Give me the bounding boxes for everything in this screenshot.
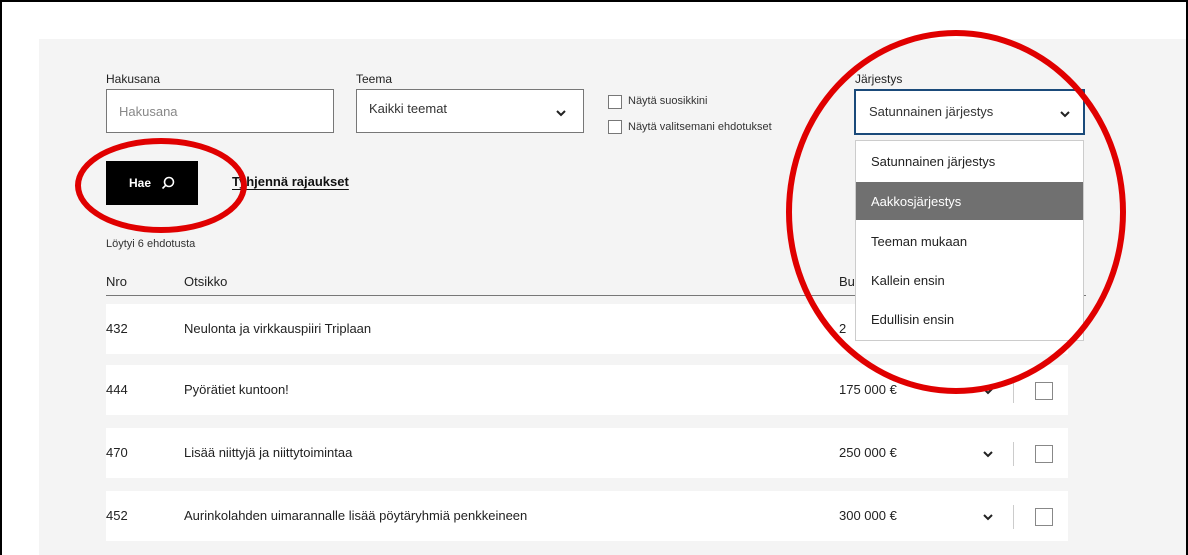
sort-option[interactable]: Edullisin ensin [856, 300, 1083, 338]
table-row[interactable]: 470 Lisää niittyjä ja niittytoimintaa 25… [106, 428, 1068, 478]
row-number: 444 [106, 382, 128, 397]
sort-label: Järjestys [855, 72, 903, 86]
row-select-checkbox[interactable] [1035, 508, 1053, 526]
row-number: 470 [106, 445, 128, 460]
search-button[interactable]: Hae [106, 161, 198, 205]
sort-option-active[interactable]: Aakkosjärjestys [856, 182, 1083, 220]
sort-option[interactable]: Kallein ensin [856, 261, 1083, 299]
row-budget: 250 000 € [839, 445, 897, 460]
row-title: Lisää niittyjä ja niittytoimintaa [184, 445, 353, 460]
clear-filters-link[interactable]: Tyhjennä rajaukset [232, 174, 349, 189]
chevron-down-icon[interactable] [982, 385, 994, 397]
row-title: Pyörätiet kuntoon! [184, 382, 289, 397]
favorites-label: Näytä suosikkini [628, 95, 708, 107]
search-input[interactable]: Hakusana [106, 89, 334, 133]
theme-select-value: Kaikki teemat [369, 101, 448, 116]
search-label: Hakusana [106, 72, 161, 86]
table-row[interactable]: 452 Aurinkolahden uimarannalle lisää pöy… [106, 491, 1068, 541]
results-count: Löytyi 6 ehdotusta [106, 238, 196, 250]
divider [1013, 379, 1014, 403]
search-icon [161, 176, 175, 190]
search-button-label: Hae [128, 176, 151, 190]
selected-label: Näytä valitsemani ehdotukset [628, 121, 772, 133]
column-header-number: Nro [106, 274, 127, 289]
table-row[interactable]: 444 Pyörätiet kuntoon! 175 000 € [106, 365, 1068, 415]
theme-label: Teema [356, 72, 393, 86]
row-title: Neulonta ja virkkauspiiri Triplaan [184, 321, 372, 336]
sort-option[interactable]: Teeman mukaan [856, 222, 1083, 260]
column-header-budget: Bu [839, 274, 855, 289]
row-number: 452 [106, 508, 128, 523]
row-select-checkbox[interactable] [1035, 445, 1053, 463]
chevron-down-icon [1060, 111, 1070, 118]
divider [1013, 442, 1014, 466]
row-budget: 175 000 € [839, 382, 897, 397]
selected-checkbox[interactable] [608, 120, 622, 134]
sort-option[interactable]: Satunnainen järjestys [856, 142, 1083, 180]
sort-select[interactable]: Satunnainen järjestys [854, 89, 1085, 135]
chevron-down-icon[interactable] [982, 448, 994, 460]
sort-select-value: Satunnainen järjestys [869, 104, 994, 119]
row-budget: 2 [839, 321, 847, 336]
divider [1013, 505, 1014, 529]
favorites-checkbox[interactable] [608, 95, 622, 109]
row-number: 432 [106, 321, 128, 336]
chevron-down-icon [556, 110, 566, 117]
row-select-checkbox[interactable] [1035, 382, 1053, 400]
chevron-down-icon[interactable] [982, 511, 994, 523]
column-header-title: Otsikko [184, 274, 228, 289]
row-title: Aurinkolahden uimarannalle lisää pöytäry… [184, 508, 528, 523]
theme-select[interactable]: Kaikki teemat [356, 89, 584, 133]
row-budget: 300 000 € [839, 508, 897, 523]
sort-dropdown-menu: Satunnainen järjestys Aakkosjärjestys Te… [855, 140, 1084, 341]
